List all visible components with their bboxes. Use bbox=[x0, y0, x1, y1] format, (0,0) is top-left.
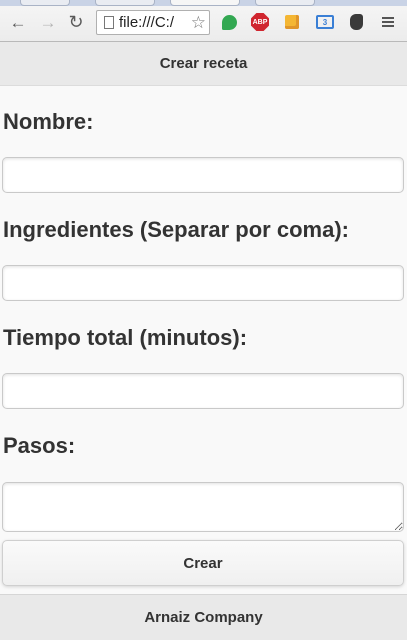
tiempo-input[interactable] bbox=[2, 373, 404, 409]
tiempo-label: Tiempo total (minutos): bbox=[3, 325, 248, 350]
page-header: Crear receta bbox=[0, 42, 407, 86]
package-extension-icon[interactable] bbox=[283, 13, 301, 31]
address-bar[interactable]: file:///C:/ ☆ bbox=[96, 10, 210, 35]
tab-strip bbox=[0, 0, 407, 6]
pasos-label: Pasos: bbox=[3, 433, 76, 458]
nombre-input[interactable] bbox=[2, 157, 404, 193]
back-icon[interactable]: ← bbox=[8, 12, 28, 32]
pasos-textarea[interactable] bbox=[2, 482, 404, 532]
chrome-menu-icon[interactable] bbox=[379, 13, 397, 31]
browser-tab[interactable] bbox=[95, 0, 155, 6]
ingredientes-input[interactable] bbox=[2, 265, 404, 301]
page-icon bbox=[104, 16, 114, 29]
reload-icon[interactable]: ↻ bbox=[66, 12, 86, 32]
green-extension-icon[interactable] bbox=[220, 13, 238, 31]
page-title: Crear receta bbox=[159, 55, 248, 72]
adblock-plus-icon[interactable]: ABP bbox=[251, 13, 269, 31]
browser-tab[interactable] bbox=[20, 0, 70, 6]
cast-extension-icon[interactable]: 3 bbox=[316, 13, 334, 31]
browser-tab[interactable] bbox=[255, 0, 315, 6]
footer-text: Arnaiz Company bbox=[144, 609, 263, 626]
crear-button[interactable]: Crear bbox=[2, 540, 404, 586]
address-text: file:///C:/ bbox=[119, 14, 175, 31]
page-footer: Arnaiz Company bbox=[0, 594, 407, 640]
nombre-label: Nombre: bbox=[3, 109, 94, 134]
forward-icon[interactable]: → bbox=[38, 12, 58, 32]
browser-tab-active[interactable] bbox=[170, 0, 240, 6]
star-icon[interactable]: ☆ bbox=[190, 13, 206, 33]
browser-toolbar: ← → ↻ file:///C:/ ☆ ABP 3 bbox=[0, 0, 407, 42]
ingredientes-label: Ingredientes (Separar por coma): bbox=[3, 217, 349, 242]
evernote-icon[interactable] bbox=[347, 13, 365, 31]
